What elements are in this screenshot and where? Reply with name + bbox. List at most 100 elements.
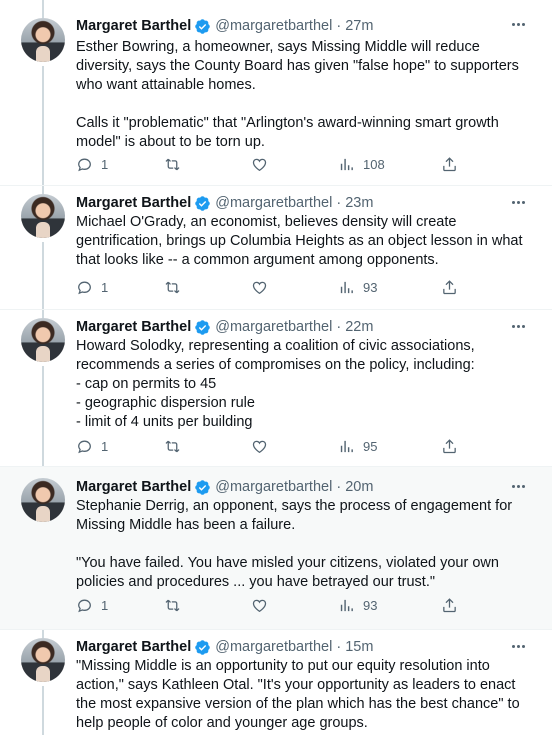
avatar[interactable] — [21, 478, 65, 522]
tweet-actions: 1 93 — [76, 279, 466, 299]
views-count: 93 — [363, 280, 378, 295]
reply-button[interactable]: 1 — [76, 279, 108, 296]
verified-badge-icon — [195, 195, 210, 211]
avatar[interactable] — [21, 18, 65, 62]
views-icon — [340, 599, 353, 612]
author-name[interactable]: Margaret Barthel — [76, 479, 191, 495]
reply-count: 1 — [101, 439, 109, 454]
verified-badge-icon — [195, 639, 210, 655]
author-name[interactable]: Margaret Barthel — [76, 319, 191, 335]
tweet-text: Michael O'Grady, an economist, believes … — [76, 214, 527, 268]
share-button[interactable] — [441, 597, 458, 614]
tweet-actions: 1 95 — [76, 438, 466, 458]
author-handle[interactable]: @margaretbarthel — [215, 639, 332, 655]
timestamp[interactable]: 22m — [345, 319, 373, 335]
like-icon — [252, 440, 267, 454]
reply-button[interactable]: 1 — [76, 438, 108, 455]
verified-badge-icon — [195, 319, 210, 335]
retweet-icon — [165, 440, 180, 453]
like-button[interactable] — [251, 279, 276, 296]
more-icon[interactable] — [508, 316, 528, 336]
tweet[interactable]: Margaret Barthel @margaretbarthel · 23m … — [0, 186, 552, 310]
retweet-icon — [165, 599, 180, 612]
separator-dot: · — [332, 18, 346, 34]
timestamp[interactable]: 23m — [345, 195, 373, 211]
tweet-header: Margaret Barthel @margaretbarthel · 22m — [76, 317, 373, 337]
separator-dot: · — [332, 195, 346, 211]
views-button[interactable]: 93 — [338, 597, 377, 614]
share-button[interactable] — [441, 156, 458, 173]
separator-dot: · — [332, 639, 346, 655]
like-icon — [252, 281, 267, 295]
views-count: 93 — [363, 598, 378, 613]
views-button[interactable]: 95 — [338, 438, 377, 455]
views-icon — [340, 158, 353, 171]
verified-badge-icon — [195, 18, 210, 34]
like-icon — [252, 158, 267, 172]
share-button[interactable] — [441, 438, 458, 455]
views-icon — [340, 281, 353, 294]
author-handle[interactable]: @margaretbarthel — [215, 479, 332, 495]
more-icon[interactable] — [508, 14, 528, 34]
like-button[interactable] — [251, 438, 276, 455]
like-icon — [252, 599, 267, 613]
retweet-button[interactable] — [164, 156, 189, 173]
author-handle[interactable]: @margaretbarthel — [215, 195, 332, 211]
tweet-header: Margaret Barthel @margaretbarthel · 15m — [76, 637, 373, 657]
retweet-button[interactable] — [164, 597, 189, 614]
retweet-icon — [165, 158, 180, 171]
views-count: 108 — [363, 157, 385, 172]
author-name[interactable]: Margaret Barthel — [76, 195, 191, 211]
timestamp[interactable]: 27m — [345, 18, 373, 34]
reply-icon — [78, 599, 91, 613]
avatar[interactable] — [21, 194, 65, 238]
reply-count: 1 — [101, 598, 109, 613]
share-icon — [443, 157, 456, 172]
separator-dot: · — [332, 479, 346, 495]
tweet-actions: 1 93 — [76, 597, 466, 617]
reply-count: 1 — [101, 157, 109, 172]
views-button[interactable]: 93 — [338, 279, 377, 296]
share-icon — [443, 280, 456, 295]
retweet-icon — [165, 281, 180, 294]
tweet[interactable]: Margaret Barthel @margaretbarthel · 15m … — [0, 630, 552, 735]
avatar[interactable] — [21, 318, 65, 362]
views-count: 95 — [363, 439, 378, 454]
tweet-header: Margaret Barthel @margaretbarthel · 20m — [76, 477, 373, 497]
timestamp[interactable]: 15m — [345, 639, 373, 655]
timestamp[interactable]: 20m — [345, 479, 373, 495]
reply-button[interactable]: 1 — [76, 597, 108, 614]
tweet-text: "Missing Middle is an opportunity to put… — [76, 658, 524, 731]
views-button[interactable]: 108 — [338, 156, 385, 173]
reply-icon — [78, 158, 91, 172]
tweet-text: Howard Solodky, representing a coalition… — [76, 338, 475, 430]
author-name[interactable]: Margaret Barthel — [76, 18, 191, 34]
reply-button[interactable]: 1 — [76, 156, 108, 173]
more-icon[interactable] — [508, 636, 528, 656]
tweet[interactable]: Margaret Barthel @margaretbarthel · 27m … — [0, 0, 552, 186]
author-name[interactable]: Margaret Barthel — [76, 639, 191, 655]
author-handle[interactable]: @margaretbarthel — [215, 319, 332, 335]
reply-count: 1 — [101, 280, 109, 295]
author-handle[interactable]: @margaretbarthel — [215, 18, 332, 34]
share-button[interactable] — [441, 279, 458, 296]
tweet[interactable]: Margaret Barthel @margaretbarthel · 20m … — [0, 467, 552, 630]
like-button[interactable] — [251, 597, 276, 614]
views-icon — [340, 440, 353, 453]
avatar[interactable] — [21, 638, 65, 682]
like-button[interactable] — [251, 156, 276, 173]
tweet-header: Margaret Barthel @margaretbarthel · 23m — [76, 193, 373, 213]
retweet-button[interactable] — [164, 279, 189, 296]
retweet-button[interactable] — [164, 438, 189, 455]
reply-icon — [78, 440, 91, 454]
share-icon — [443, 439, 456, 454]
more-icon[interactable] — [508, 192, 528, 212]
verified-badge-icon — [195, 479, 210, 495]
tweet-actions: 1 108 — [76, 156, 466, 176]
tweet-header: Margaret Barthel @margaretbarthel · 27m — [76, 16, 373, 36]
tweet-text: Stephanie Derrig, an opponent, says the … — [76, 498, 513, 590]
tweet[interactable]: Margaret Barthel @margaretbarthel · 22m … — [0, 310, 552, 467]
more-icon[interactable] — [508, 476, 528, 496]
tweet-text: Esther Bowring, a homeowner, says Missin… — [76, 39, 519, 150]
reply-icon — [78, 281, 91, 295]
